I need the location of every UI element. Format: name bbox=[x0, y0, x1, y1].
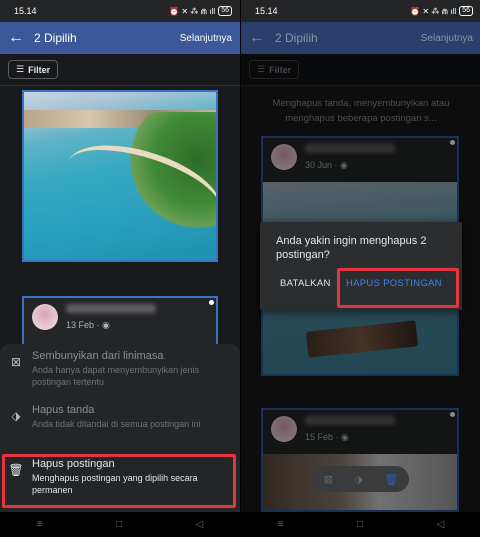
app-bar: ← 2 Dipilih Selanjutnya bbox=[0, 22, 240, 54]
status-icon-glyphs: ⏰ ✕ ⁂ ⋒ ıll bbox=[169, 6, 216, 16]
system-nav-bar: ≡ □ ◁ bbox=[0, 512, 240, 537]
screenshot-comparison: 15.14 ⏰ ✕ ⁂ ⋒ ıll 56 ← 2 Dipilih Selanju… bbox=[0, 0, 480, 537]
tag-icon: ⬗ bbox=[11, 409, 21, 423]
back-icon[interactable]: ◁ bbox=[437, 519, 445, 530]
app-bar: ← 2 Dipilih Selanjutnya bbox=[241, 22, 480, 54]
avatar bbox=[32, 304, 58, 330]
blurred-name bbox=[66, 304, 156, 313]
right-screen: 15.14 ⏰ ✕ ⁂ ⋒ ıll 56 ← 2 Dipilih Selanju… bbox=[240, 0, 480, 537]
back-arrow-icon[interactable]: ← bbox=[249, 30, 265, 46]
status-icon-glyphs: ⏰ ✕ ⁂ ⋒ ıll bbox=[410, 6, 457, 16]
back-arrow-icon[interactable]: ← bbox=[8, 30, 24, 46]
sheet-item-title: Sembunyikan dari linimasa bbox=[32, 350, 164, 362]
recents-icon[interactable]: ≡ bbox=[278, 519, 284, 530]
highlight-box-delete-option bbox=[2, 454, 236, 508]
filter-bar: ☰ Filter bbox=[0, 54, 240, 86]
page-title: 2 Dipilih bbox=[34, 31, 77, 45]
selected-check-icon bbox=[209, 300, 214, 305]
next-button[interactable]: Selanjutnya bbox=[180, 33, 232, 44]
cancel-button[interactable]: BATALKAN bbox=[280, 278, 331, 289]
sheet-item-untag[interactable]: ⬗ Hapus tanda Anda tidak ditandai di sem… bbox=[0, 404, 240, 430]
post-date: 13 Feb · ◉ bbox=[66, 320, 110, 330]
hide-icon[interactable]: ⊠ bbox=[324, 473, 333, 486]
status-bar: 15.14 ⏰ ✕ ⁂ ⋒ ıll 56 bbox=[241, 0, 480, 22]
status-bar: 15.14 ⏰ ✕ ⁂ ⋒ ıll 56 bbox=[0, 0, 240, 22]
sliders-icon: ☰ bbox=[16, 64, 25, 74]
status-time: 15.14 bbox=[14, 6, 37, 16]
page-title: 2 Dipilih bbox=[275, 31, 318, 45]
filter-button[interactable]: ☰ Filter bbox=[8, 60, 59, 79]
back-icon[interactable]: ◁ bbox=[196, 519, 204, 530]
highlight-box-confirm bbox=[337, 268, 459, 308]
system-nav-bar: ≡ □ ◁ bbox=[241, 512, 480, 537]
sheet-item-desc: Anda tidak ditandai di semua postingan i… bbox=[32, 419, 201, 429]
battery-icon: 56 bbox=[459, 6, 473, 16]
filter-label: Filter bbox=[28, 64, 51, 75]
home-icon[interactable]: □ bbox=[116, 519, 122, 530]
home-icon[interactable]: □ bbox=[357, 519, 363, 530]
battery-icon: 56 bbox=[218, 6, 232, 16]
tag-icon[interactable]: ⬗ bbox=[354, 473, 362, 486]
left-screen: 15.14 ⏰ ✕ ⁂ ⋒ ıll 56 ← 2 Dipilih Selanju… bbox=[0, 0, 240, 537]
selected-photo-post[interactable] bbox=[22, 90, 218, 262]
trash-icon[interactable]: 🗑 bbox=[384, 473, 398, 486]
recents-icon[interactable]: ≡ bbox=[37, 519, 43, 530]
sheet-item-desc: Anda hanya dapat menyembunyikan jenis po… bbox=[32, 365, 200, 387]
status-icons: ⏰ ✕ ⁂ ⋒ ıll 56 bbox=[169, 6, 232, 16]
status-time: 15.14 bbox=[255, 6, 278, 16]
sheet-item-hide[interactable]: ⊠ Sembunyikan dari linimasa Anda hanya d… bbox=[0, 350, 240, 388]
next-button[interactable]: Selanjutnya bbox=[421, 33, 473, 44]
selection-action-bar: ⊠ ⬗ 🗑 bbox=[313, 466, 409, 492]
hide-icon: ⊠ bbox=[10, 355, 22, 369]
dialog-message: Anda yakin ingin menghapus 2 postingan? bbox=[276, 235, 427, 261]
sheet-item-title: Hapus tanda bbox=[32, 404, 95, 416]
status-icons: ⏰ ✕ ⁂ ⋒ ıll 56 bbox=[410, 6, 473, 16]
